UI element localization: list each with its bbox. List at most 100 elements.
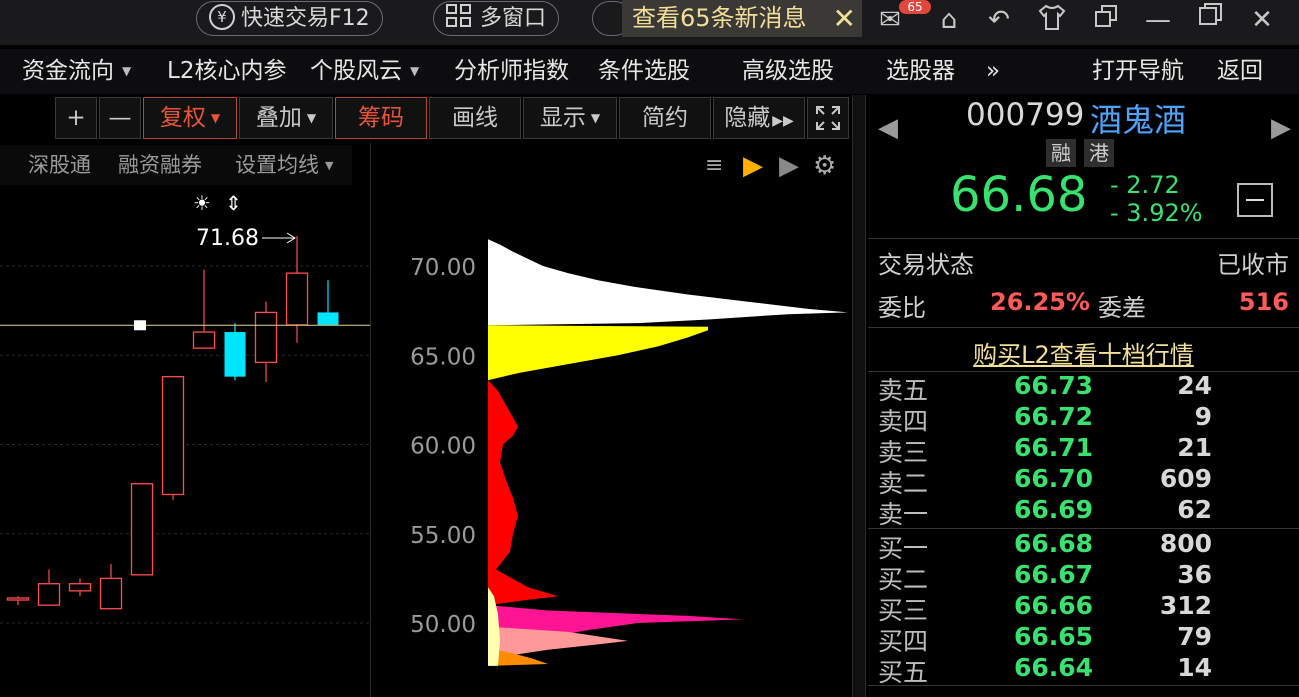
menu-item-2[interactable]: 个股风云 ▼: [310, 49, 419, 94]
menu-item-label: 资金流向: [22, 58, 114, 84]
shirt-icon: [1038, 4, 1066, 30]
overlay-dropdown[interactable]: 叠加 ▼: [239, 97, 333, 139]
candle-body: [68, 583, 92, 592]
profit-lower-chip-profile: [488, 325, 708, 381]
ask-row[interactable]: 卖五 66.73 24: [878, 371, 1288, 405]
weicha-value: 516: [1238, 288, 1289, 316]
caret-down-icon: ▼: [210, 111, 221, 125]
menu-item-label: 个股风云: [310, 58, 402, 84]
margin-button[interactable]: 融资融券: [118, 145, 202, 185]
draw-line-button[interactable]: 画线: [429, 97, 521, 139]
bid-row[interactable]: 买二 66.67 36: [878, 560, 1288, 594]
bid-vol: 36: [1177, 560, 1212, 589]
multi-window-button[interactable]: 多窗口: [433, 1, 560, 36]
yen-icon: ¥: [209, 4, 235, 30]
ask-row[interactable]: 卖一 66.69 62: [878, 495, 1288, 529]
quick-trade-button[interactable]: ¥ 快速交易F12: [196, 1, 383, 36]
hk-connect-tag: 港: [1084, 139, 1114, 167]
list-icon[interactable]: ≡: [705, 148, 723, 184]
zoom-out-button[interactable]: —: [99, 97, 141, 139]
minus-icon: [1246, 199, 1264, 201]
ask-vol: 24: [1177, 371, 1212, 400]
weibi-label: 委比: [878, 294, 926, 322]
close-window-icon[interactable]: ✕: [1244, 2, 1280, 38]
stock-name[interactable]: 酒鬼酒: [1090, 95, 1186, 141]
price-marker: [134, 320, 146, 331]
close-icon[interactable]: ✕: [833, 0, 856, 37]
display-dropdown[interactable]: 显示 ▼: [523, 97, 617, 139]
panel-divider[interactable]: [852, 95, 866, 697]
candle-body: [6, 597, 30, 601]
ask-row[interactable]: 卖四 66.72 9: [878, 402, 1288, 436]
double-arrow-icon: ▶▶: [772, 113, 794, 129]
axis-tick-label: 60.00: [410, 434, 476, 460]
notification-banner[interactable]: 查看65条新消息 ✕: [622, 0, 862, 37]
menu-item-4[interactable]: 条件选股: [598, 49, 690, 94]
candle-body: [130, 483, 154, 576]
menu-item-6[interactable]: 选股器: [886, 49, 955, 94]
prev-stock-icon[interactable]: ◀: [878, 113, 898, 143]
ma-setting-dropdown[interactable]: 设置均线 ▼: [235, 145, 333, 186]
fullscreen-button[interactable]: [807, 97, 849, 139]
bid-row[interactable]: 买五 66.64 14: [878, 653, 1288, 687]
restore-small-icon[interactable]: [1088, 2, 1124, 38]
caret-down-icon: ▼: [306, 111, 317, 125]
zoom-in-button[interactable]: +: [55, 97, 97, 139]
gear-icon[interactable]: ⚙: [813, 148, 836, 184]
axis-tick-label: 50.00: [410, 612, 476, 638]
menu-item-5[interactable]: 高级选股: [742, 49, 834, 94]
home-icon[interactable]: ⌂: [931, 2, 967, 38]
collapse-button[interactable]: [1237, 183, 1273, 217]
menu-item-0[interactable]: 资金流向 ▼: [22, 49, 131, 94]
fuquan-dropdown[interactable]: 复权 ▼: [143, 97, 237, 139]
menu-item-label: 高级选股: [742, 58, 834, 84]
maximize-icon[interactable]: [1192, 2, 1228, 38]
divider: [868, 327, 1299, 328]
menu-item-3[interactable]: 分析师指数: [454, 49, 569, 94]
menu-item-label: 打开导航: [1092, 58, 1184, 84]
candle-body: [37, 583, 61, 606]
candle-body: [99, 577, 123, 610]
stock-code: 000799: [966, 97, 1085, 133]
flag-yellow-icon[interactable]: ▶: [743, 148, 763, 184]
candle-body: [254, 311, 278, 364]
menu-item-9[interactable]: 返回: [1217, 49, 1263, 94]
menu-item-7[interactable]: »: [986, 49, 1000, 94]
status-label: 交易状态: [878, 251, 974, 279]
menu-item-8[interactable]: 打开导航: [1092, 49, 1184, 94]
menu-item-1[interactable]: L2核心内参: [167, 49, 286, 94]
last-price: 66.68: [950, 167, 1088, 223]
chips-button[interactable]: 筹码: [335, 97, 427, 139]
menu-item-label: 选股器: [886, 58, 955, 84]
ask-row[interactable]: 卖三 66.71 21: [878, 433, 1288, 467]
bid-vol: 800: [1159, 529, 1212, 558]
hide-button[interactable]: 隐藏 ▶▶: [713, 97, 805, 139]
candle-body: [192, 331, 216, 349]
next-stock-icon[interactable]: ▶: [1271, 113, 1291, 143]
profit-chip-profile: [488, 239, 848, 326]
ask-price: 66.70: [1014, 464, 1094, 493]
caret-down-icon: ▼: [122, 64, 132, 78]
ask-price: 66.72: [1014, 402, 1094, 431]
window-small-icon: [1095, 5, 1117, 27]
notification-text: 查看65条新消息: [632, 4, 807, 32]
sz-connect-button[interactable]: 深股通: [28, 145, 91, 185]
minimize-icon[interactable]: —: [1140, 2, 1176, 38]
bid-row[interactable]: 买一 66.68 800: [878, 529, 1288, 563]
quote-panel: ◀ ▶ 000799 酒鬼酒 融 港 66.68 - 2.72 - 3.92% …: [868, 95, 1299, 697]
axis-tick-label: 70.00: [410, 255, 476, 281]
axis-tick-label: 65.00: [410, 344, 476, 370]
grid-icon: [446, 4, 472, 28]
undo-icon[interactable]: ↶: [981, 2, 1017, 38]
skin-icon[interactable]: [1034, 2, 1070, 38]
flag-gray-icon[interactable]: ▶: [779, 148, 799, 184]
bid-row[interactable]: 买四 66.65 79: [878, 622, 1288, 656]
simple-button[interactable]: 简约: [619, 97, 711, 139]
updown-arrow-icon: ⇕: [225, 191, 242, 215]
candle-body: [161, 376, 185, 496]
bid-row[interactable]: 买三 66.66 312: [878, 591, 1288, 625]
bid-price: 66.68: [1014, 529, 1094, 558]
ask-row[interactable]: 卖二 66.70 609: [878, 464, 1288, 498]
buy-l2-link[interactable]: 购买L2查看十档行情: [868, 335, 1299, 370]
change-percent: - 3.92%: [1110, 199, 1203, 227]
